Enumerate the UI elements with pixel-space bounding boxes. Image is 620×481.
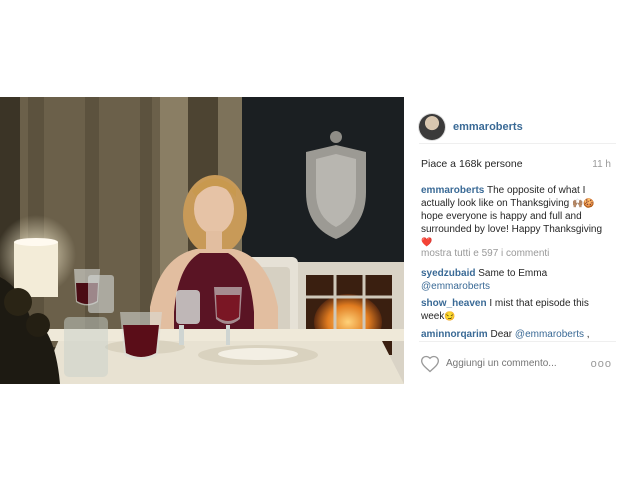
divider [419, 341, 616, 342]
caption-text-2: hope everyone is happy and full and surr… [421, 211, 603, 235]
comment-item: syedzubaid Same to Emma @emmaroberts [421, 267, 611, 293]
view-all-comments-link[interactable]: mostra tutti e 597 i commenti [421, 248, 549, 259]
comment-username[interactable]: syedzubaid [421, 268, 475, 279]
post-photo-image [0, 97, 404, 384]
smirk-emoji: 😏 [444, 311, 456, 321]
post-caption: emmaroberts The opposite of what I actua… [421, 184, 609, 249]
comment-item: aminnorqarim Dear @emmaroberts , [421, 328, 611, 341]
post-timestamp: 11 h [592, 159, 611, 170]
caption-author[interactable]: emmaroberts [421, 185, 484, 196]
post-header: emmaroberts [419, 105, 616, 143]
avatar[interactable] [419, 114, 445, 140]
comment-text: Dear [487, 329, 515, 340]
comment-text: Same to Emma [475, 268, 548, 279]
add-comment-input[interactable] [446, 358, 566, 369]
like-heart-icon[interactable] [420, 354, 440, 374]
more-options-icon[interactable]: ooo [591, 358, 612, 370]
instagram-post: emmaroberts Piace a 168k persone 11 h em… [0, 97, 620, 384]
divider [419, 143, 616, 144]
comment-username[interactable]: show_heaven [421, 298, 487, 309]
comment-mention[interactable]: @emmaroberts [515, 329, 584, 340]
red-heart-emoji: ❤️ [421, 237, 433, 247]
raised-hands-emoji: 🙌🏽🍪 [572, 198, 595, 208]
post-photo [0, 97, 404, 384]
comment-suffix: , [583, 329, 590, 340]
header-username[interactable]: emmaroberts [453, 121, 523, 133]
post-side-panel: emmaroberts Piace a 168k persone 11 h em… [404, 97, 620, 384]
comment-mention[interactable]: @emmaroberts [421, 281, 490, 292]
likes-count[interactable]: Piace a 168k persone [421, 158, 523, 170]
comment-username[interactable]: aminnorqarim [421, 329, 488, 340]
comment-item: show_heaven I mist that episode this wee… [421, 297, 611, 323]
